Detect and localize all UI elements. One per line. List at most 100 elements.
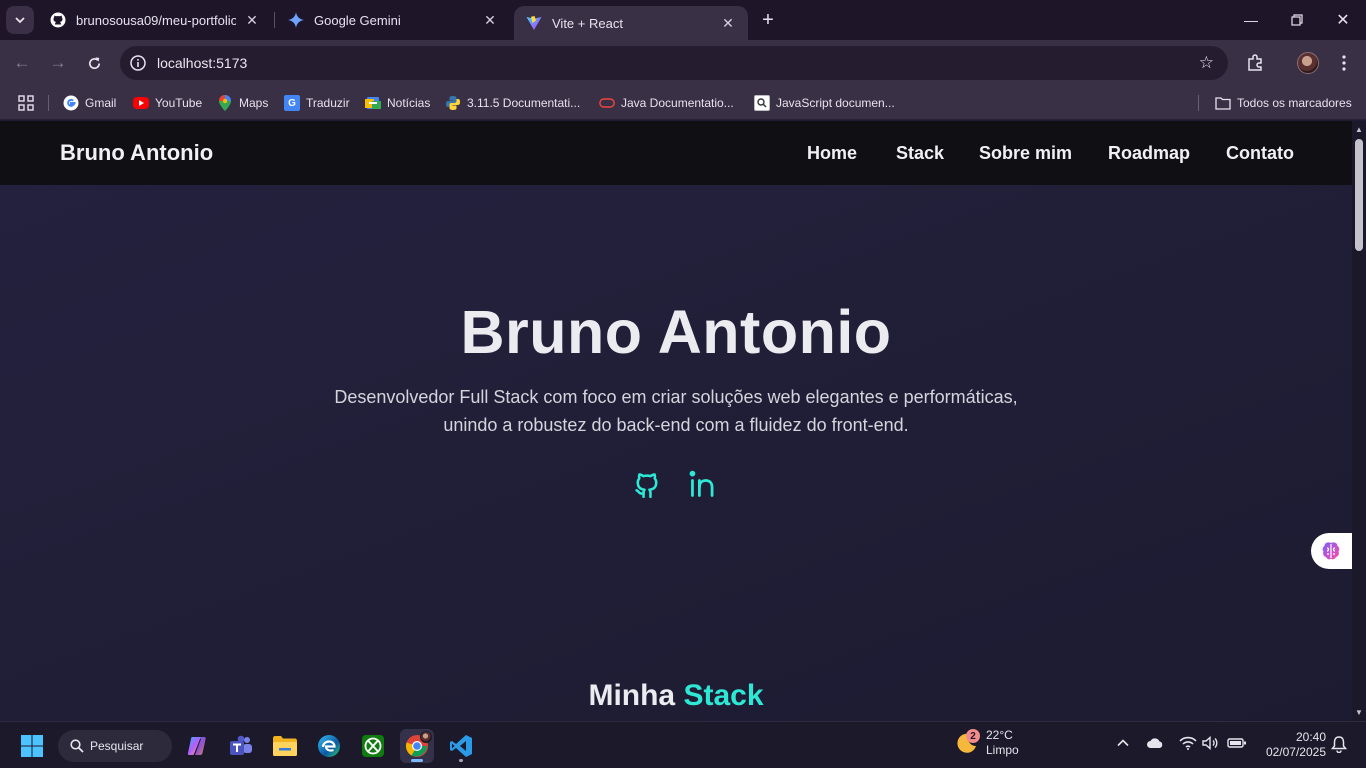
- vscode-app[interactable]: [444, 729, 478, 763]
- nav-link-roadmap[interactable]: Roadmap: [1108, 143, 1190, 164]
- nav-link-contato[interactable]: Contato: [1226, 143, 1294, 164]
- hero-description-line: unindo a robustez do back-end com a flui…: [443, 415, 909, 435]
- bookmark-news[interactable]: Notícias: [365, 92, 430, 114]
- section-title-prefix: Minha: [588, 679, 676, 712]
- tab-title: Google Gemini: [314, 12, 401, 28]
- taskbar-clock[interactable]: 20:40 02/07/2025: [1250, 730, 1326, 760]
- close-icon[interactable]: ✕: [720, 15, 736, 31]
- minimize-button[interactable]: —: [1228, 0, 1274, 40]
- bookmark-gmail[interactable]: Gmail: [63, 92, 116, 114]
- site-info-icon[interactable]: [128, 53, 148, 73]
- nav-link-stack[interactable]: Stack: [896, 143, 944, 164]
- copilot-app[interactable]: [180, 729, 214, 763]
- all-bookmarks-folder[interactable]: Todos os marcadores: [1215, 92, 1352, 114]
- weather-temp: 22°C: [986, 728, 1013, 742]
- python-icon: [445, 95, 461, 111]
- bookmark-js-docs[interactable]: JavaScript documen...: [754, 92, 895, 114]
- weather-badge: 2: [966, 729, 980, 743]
- nav-link-home[interactable]: Home: [807, 143, 857, 164]
- maps-icon: [217, 95, 233, 111]
- moon-icon: 2: [954, 729, 980, 755]
- restore-icon: [1291, 14, 1303, 26]
- chrome-profile-badge: [420, 731, 432, 743]
- back-button[interactable]: ←: [8, 49, 36, 77]
- nav-link-sobre-mim[interactable]: Sobre mim: [979, 143, 1072, 164]
- hero-title: Bruno Antonio: [460, 298, 892, 366]
- close-window-button[interactable]: ✕: [1320, 0, 1366, 40]
- teams-app[interactable]: [224, 729, 258, 763]
- github-icon: [635, 473, 658, 498]
- page-scrollbar[interactable]: ▲ ▼: [1352, 121, 1366, 721]
- restore-button[interactable]: [1274, 0, 1320, 40]
- tab-title: Vite + React: [552, 15, 623, 31]
- clock-date: 02/07/2025: [1265, 745, 1326, 759]
- bookmark-label: Java Documentatio...: [621, 96, 734, 110]
- linkedin-icon: [689, 470, 714, 497]
- url-text: localhost:5173: [157, 55, 248, 71]
- file-explorer-app[interactable]: [268, 729, 302, 763]
- bookmark-label: YouTube: [155, 96, 203, 110]
- site-brand[interactable]: Bruno Antonio: [60, 140, 213, 166]
- xbox-icon: [362, 735, 384, 757]
- close-icon[interactable]: ✕: [244, 12, 260, 28]
- github-link[interactable]: [632, 469, 662, 499]
- profile-avatar[interactable]: [1297, 52, 1319, 74]
- hero-description: Desenvolvedor Full Stack com foco em cri…: [0, 383, 1352, 439]
- tab-vite-react[interactable]: Vite + React ✕: [514, 6, 748, 40]
- bookmark-maps[interactable]: Maps: [217, 92, 268, 114]
- xbox-app[interactable]: [356, 729, 390, 763]
- tab-search-button[interactable]: [6, 6, 34, 34]
- site-navbar: Bruno Antonio Home Stack Sobre mim Roadm…: [0, 121, 1352, 185]
- bookmark-label: Todos os marcadores: [1237, 96, 1352, 110]
- bookmark-divider: [48, 95, 49, 111]
- windows-taskbar: Pesquisar 2 22°C Limpo 20:40 02/07/2025: [0, 721, 1366, 768]
- taskbar-search[interactable]: Pesquisar: [58, 730, 172, 762]
- linkedin-link[interactable]: [689, 469, 719, 499]
- bookmark-label: Notícias: [387, 96, 431, 110]
- windows-logo-icon: [21, 735, 43, 757]
- bookmark-youtube[interactable]: YouTube: [133, 92, 202, 114]
- folder-icon: [1215, 95, 1231, 111]
- close-icon[interactable]: ✕: [482, 12, 498, 28]
- translate-icon: G: [284, 95, 300, 111]
- gemini-icon: [288, 12, 304, 28]
- scroll-down-icon[interactable]: ▼: [1354, 707, 1364, 717]
- tab-strip: brunosousa09/meu-portfolio-n ✕ Google Ge…: [0, 0, 1366, 40]
- floating-ai-button[interactable]: [1311, 533, 1357, 569]
- bookmark-python-docs[interactable]: 3.11.5 Documentati...: [445, 92, 580, 114]
- page-icon: [754, 95, 770, 111]
- section-title-stack: Minha Stack: [0, 679, 1352, 713]
- bookmark-java-docs[interactable]: Java Documentatio...: [599, 92, 734, 114]
- wifi-icon[interactable]: [1179, 736, 1197, 753]
- brain-icon: [1322, 542, 1340, 560]
- reload-button[interactable]: [80, 49, 108, 77]
- start-button[interactable]: [15, 729, 49, 763]
- bookmark-star-icon[interactable]: ☆: [1199, 53, 1214, 73]
- new-tab-button[interactable]: +: [756, 8, 780, 32]
- scrollbar-thumb[interactable]: [1355, 139, 1363, 251]
- battery-icon[interactable]: [1227, 736, 1247, 753]
- tab-gemini[interactable]: Google Gemini ✕: [276, 0, 510, 40]
- copilot-icon: [187, 737, 206, 755]
- teams-icon: [230, 735, 252, 755]
- bookmark-label: Gmail: [85, 96, 117, 110]
- vscode-icon: [450, 735, 472, 757]
- apps-grid-icon[interactable]: [18, 92, 34, 114]
- onedrive-cloud-icon[interactable]: [1146, 736, 1164, 753]
- notifications-bell-icon[interactable]: [1330, 735, 1348, 756]
- chrome-app[interactable]: [400, 729, 434, 763]
- extensions-icon[interactable]: [1243, 51, 1267, 75]
- edge-app[interactable]: [312, 729, 346, 763]
- tab-github[interactable]: brunosousa09/meu-portfolio-n ✕: [38, 0, 272, 40]
- volume-icon[interactable]: [1202, 735, 1220, 753]
- tray-chevron-up-icon[interactable]: [1116, 736, 1130, 753]
- bookmark-translate[interactable]: G Traduzir: [284, 92, 350, 114]
- forward-button[interactable]: →: [44, 49, 72, 77]
- weather-widget[interactable]: 2 22°C Limpo: [954, 728, 1019, 758]
- address-bar[interactable]: localhost:5173 ☆: [120, 46, 1228, 80]
- scroll-up-icon[interactable]: ▲: [1354, 124, 1364, 134]
- open-app-indicator: [459, 759, 463, 762]
- section-title-accent: Stack: [683, 679, 764, 712]
- hero-description-line: Desenvolvedor Full Stack com foco em cri…: [334, 387, 1018, 407]
- menu-kebab-icon[interactable]: [1332, 51, 1356, 75]
